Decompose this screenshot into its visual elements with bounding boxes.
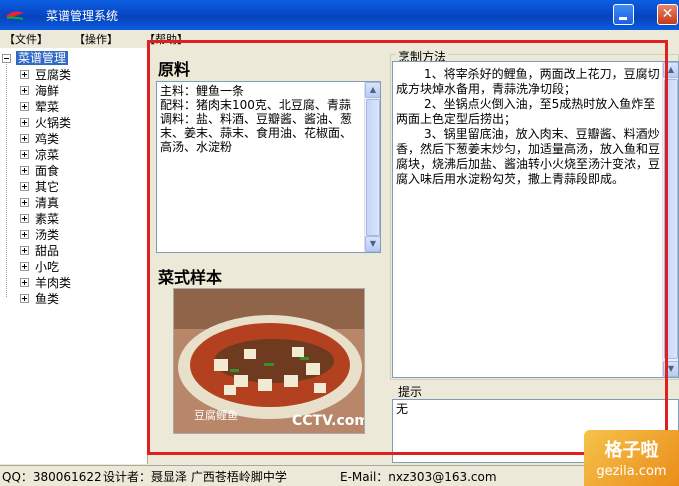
tree-item-label[interactable]: 小吃 — [35, 258, 59, 275]
tree-item[interactable]: 甜品 — [20, 242, 71, 258]
sample-heading: 菜式样本 — [158, 268, 223, 287]
ingredients-scrollbar[interactable]: ▲ ▼ — [364, 82, 380, 252]
scroll-up-icon[interactable]: ▲ — [663, 62, 678, 78]
close-button[interactable]: ✕ — [657, 4, 678, 25]
expand-icon[interactable] — [20, 293, 29, 303]
ingredients-line: 调料：盐、料酒、豆瓣酱、酱油、葱末、姜末、蒜末、食用油、花椒面、高汤、水淀粉 — [160, 112, 353, 154]
tree-item[interactable]: 小吃 — [20, 258, 71, 274]
minimize-button[interactable] — [613, 4, 634, 25]
expand-icon[interactable] — [20, 277, 29, 287]
ingredients-textbox[interactable]: 主料：鲤鱼一条 配料：猪肉末100克、北豆腐、青蒜 调料：盐、料酒、豆瓣酱、酱油… — [156, 81, 381, 253]
tree-item[interactable]: 豆腐类 — [20, 66, 71, 82]
expand-icon[interactable] — [20, 133, 29, 143]
tree-connector — [6, 64, 7, 297]
method-textbox[interactable]: 1、将宰杀好的鲤鱼，两面改上花刀，豆腐切成方块焯水备用，青蒜洗净切段； 2、坐锅… — [392, 61, 679, 378]
scroll-up-icon[interactable]: ▲ — [365, 82, 380, 98]
ingredients-line: 主料：鲤鱼一条 — [160, 84, 245, 98]
method-text: 1、将宰杀好的鲤鱼，两面改上花刀，豆腐切成方块焯水备用，青蒜洗净切段； 2、坐锅… — [393, 62, 678, 189]
cctv-logo: CCTV.com — [292, 413, 365, 429]
tree-item[interactable]: 海鲜 — [20, 82, 71, 98]
watermark-url: gezila.com — [596, 464, 667, 479]
category-tree: 菜谱管理 豆腐类 海鲜 荤菜 火锅类 鸡类 凉菜 面食 其它 清真 素菜 汤类 甜品 小吃 羊肉类 鱼类 — [0, 48, 148, 464]
method-step: 3、锅里留底油，放入肉末、豆瓣酱、料酒炒香，然后下葱姜末炒匀，加适量高汤，放入鱼… — [396, 127, 661, 186]
tree-item[interactable]: 清真 — [20, 194, 71, 210]
tree-item-label[interactable]: 羊肉类 — [35, 274, 71, 291]
tree-item[interactable]: 鸡类 — [20, 130, 71, 146]
window-title: 菜谱管理系统 — [46, 8, 119, 23]
tree-item[interactable]: 荤菜 — [20, 98, 71, 114]
tree-children: 豆腐类 海鲜 荤菜 火锅类 鸡类 凉菜 面食 其它 清真 素菜 汤类 甜品 小吃 羊肉类 鱼类 — [20, 66, 71, 306]
title-bar: 菜谱管理系统 ✕ — [0, 0, 679, 30]
tips-heading: 提示 — [396, 383, 425, 400]
tree-item[interactable]: 其它 — [20, 178, 71, 194]
tree-item[interactable]: 面食 — [20, 162, 71, 178]
tree-item-label[interactable]: 荤菜 — [35, 98, 59, 115]
expand-icon[interactable] — [20, 229, 29, 239]
scroll-down-icon[interactable]: ▼ — [365, 236, 380, 252]
ingredients-heading: 原料 — [158, 60, 191, 79]
expand-icon[interactable] — [20, 165, 29, 175]
menu-help[interactable]: 【帮助】 — [144, 31, 188, 47]
scroll-thumb[interactable] — [366, 99, 380, 236]
expand-icon[interactable] — [20, 69, 29, 79]
tree-item-label[interactable]: 凉菜 — [35, 146, 59, 163]
tree-item[interactable]: 凉菜 — [20, 146, 71, 162]
method-panel: 烹制方法 1、将宰杀好的鲤鱼，两面改上花刀，豆腐切成方块焯水备用，青蒜洗净切段；… — [390, 48, 679, 464]
tree-root[interactable]: 菜谱管理 — [2, 51, 69, 65]
scroll-thumb[interactable] — [664, 79, 678, 359]
expand-icon[interactable] — [20, 197, 29, 207]
expand-icon[interactable] — [20, 261, 29, 271]
tree-item-label[interactable]: 素菜 — [35, 210, 59, 227]
dish-image: 豆腐鲤鱼 CCTV.com — [174, 289, 365, 433]
tree-item-label[interactable]: 火锅类 — [35, 114, 71, 131]
expand-icon[interactable] — [20, 85, 29, 95]
tree-item-label[interactable]: 其它 — [35, 178, 59, 195]
menu-operate[interactable]: 【操作】 — [74, 31, 118, 47]
tree-item-label[interactable]: 海鲜 — [35, 82, 59, 99]
app-icon — [6, 11, 24, 20]
ingredients-panel: 原料 主料：鲤鱼一条 配料：猪肉末100克、北豆腐、青蒜 调料：盐、料酒、豆瓣酱… — [149, 48, 389, 464]
expand-icon[interactable] — [20, 245, 29, 255]
tree-item-label[interactable]: 汤类 — [35, 226, 59, 243]
tree-item-label[interactable]: 面食 — [35, 162, 59, 179]
collapse-icon[interactable] — [2, 53, 11, 63]
tree-item[interactable]: 火锅类 — [20, 114, 71, 130]
dish-photo: 豆腐鲤鱼 CCTV.com — [173, 288, 365, 434]
expand-icon[interactable] — [20, 213, 29, 223]
expand-icon[interactable] — [20, 181, 29, 191]
status-designer: 设计者：聂显泽 广西苍梧岭脚中学 — [103, 469, 287, 484]
tips-text: 无 — [396, 402, 409, 416]
tree-item-label[interactable]: 豆腐类 — [35, 66, 71, 83]
method-step: 2、坐锅点火倒入油，至5成热时放入鱼炸至两面上色定型后捞出； — [396, 97, 656, 126]
watermark-title: 格子啦 — [604, 440, 659, 461]
tree-item-label[interactable]: 鱼类 — [35, 290, 59, 307]
menu-file[interactable]: 【文件】 — [4, 31, 48, 47]
method-scrollbar[interactable]: ▲ ▼ — [662, 62, 678, 377]
tree-item[interactable]: 素菜 — [20, 210, 71, 226]
menu-bar: 【文件】 【操作】 【帮助】 — [0, 30, 679, 47]
status-email: E-Mail：nxz303@163.com — [340, 469, 497, 484]
expand-icon[interactable] — [20, 149, 29, 159]
status-bar: QQ：380061622 设计者：聂显泽 广西苍梧岭脚中学 E-Mail：nxz… — [0, 465, 679, 486]
tree-item[interactable]: 汤类 — [20, 226, 71, 242]
tree-root-label[interactable]: 菜谱管理 — [16, 51, 69, 65]
tree-item-label[interactable]: 甜品 — [35, 242, 59, 259]
ingredients-text: 主料：鲤鱼一条 配料：猪肉末100克、北豆腐、青蒜 调料：盐、料酒、豆瓣酱、酱油… — [157, 82, 380, 156]
site-watermark: 格子啦 gezila.com — [584, 430, 679, 486]
method-step: 1、将宰杀好的鲤鱼，两面改上花刀，豆腐切成方块焯水备用，青蒜洗净切段； — [396, 67, 660, 96]
scroll-down-icon[interactable]: ▼ — [663, 361, 678, 377]
tree-item[interactable]: 羊肉类 — [20, 274, 71, 290]
tree-item[interactable]: 鱼类 — [20, 290, 71, 306]
photo-caption: 豆腐鲤鱼 — [194, 408, 238, 422]
status-qq: QQ：380061622 — [2, 469, 102, 484]
expand-icon[interactable] — [20, 117, 29, 127]
expand-icon[interactable] — [20, 101, 29, 111]
tree-item-label[interactable]: 鸡类 — [35, 130, 59, 147]
ingredients-line: 配料：猪肉末100克、北豆腐、青蒜 — [160, 98, 351, 112]
tree-item-label[interactable]: 清真 — [35, 194, 59, 211]
